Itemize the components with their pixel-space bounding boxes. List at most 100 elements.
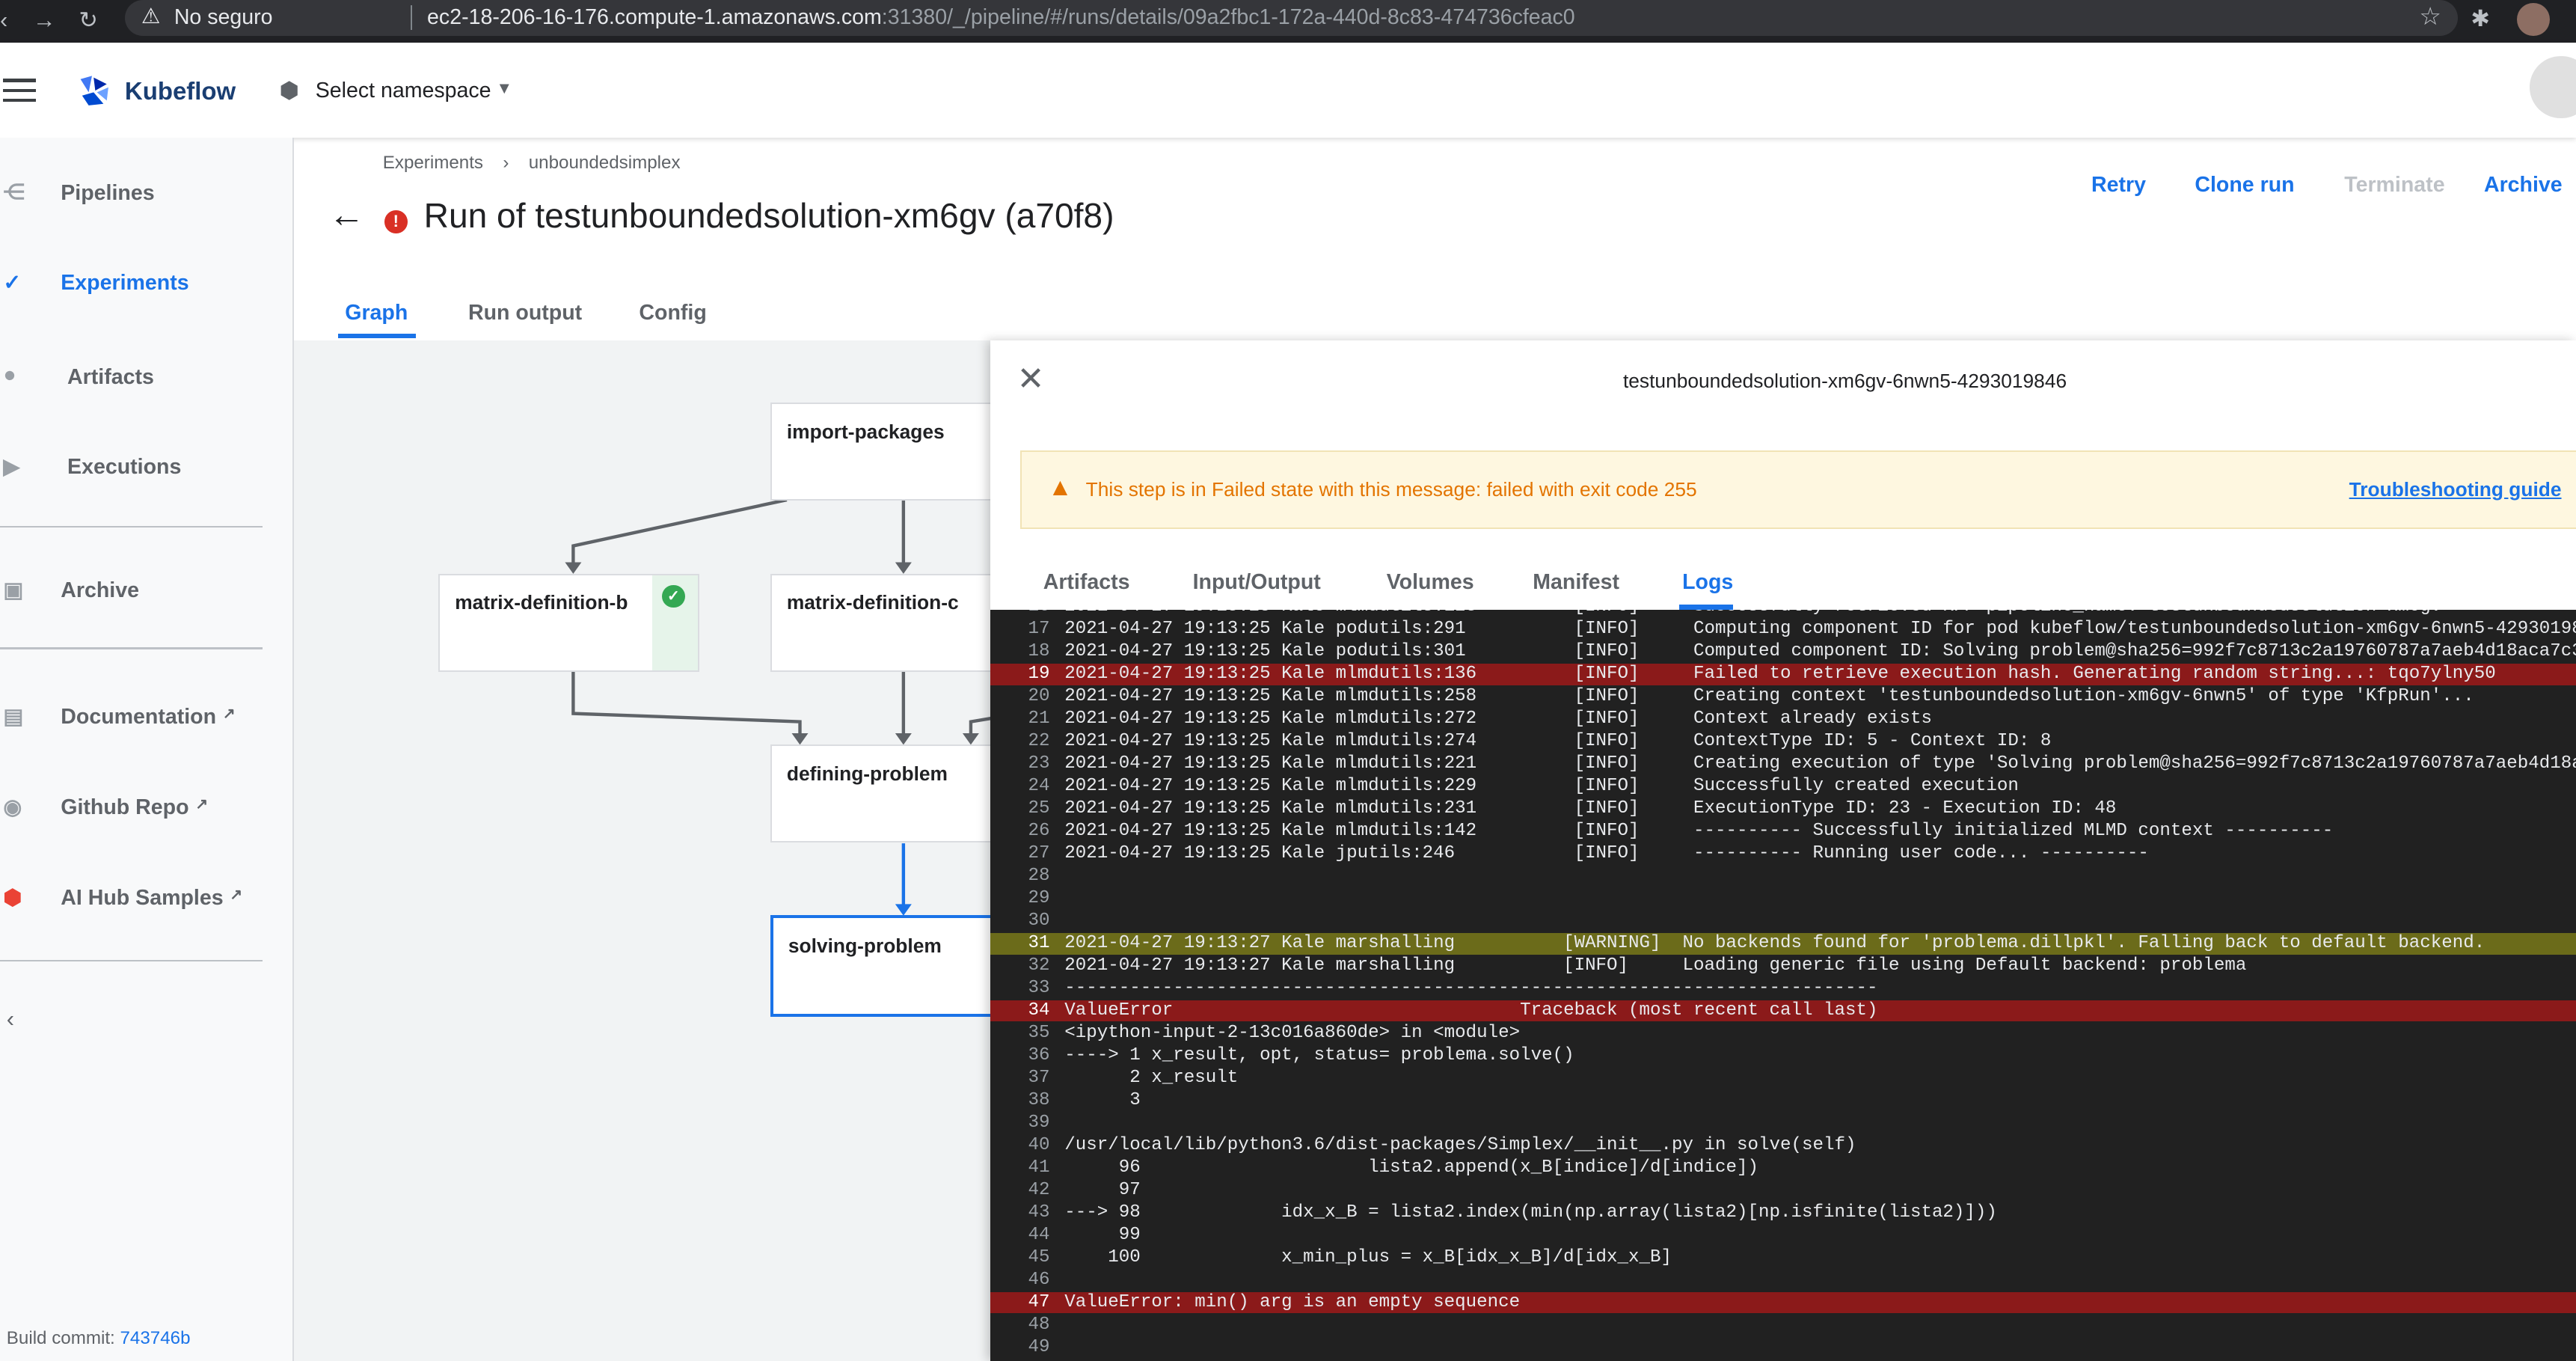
log-viewer[interactable]: 162021-04-27 19:13:25 Kale mlmdutils:123… (990, 609, 2576, 1361)
log-line: 39 (990, 1113, 2576, 1134)
collapse-sidebar-icon[interactable]: ‹ (7, 1006, 14, 1033)
log-line: 46 (990, 1270, 2576, 1291)
sidebar: ⋲ Pipelines ✓ Experiments ● Artifacts ▶ … (0, 138, 294, 1361)
sidebar-item-ai-hub-samples[interactable]: ⬢ AI Hub Samples ↗ (0, 879, 279, 919)
log-line: 27 2021-04-27 19:13:25 Kale jputils:246 [… (990, 843, 2576, 865)
log-line: 40/usr/local/lib/python3.6/dist-packages… (990, 1135, 2576, 1157)
log-line-number: 38 (1028, 1089, 1050, 1110)
log-line-number: 46 (1028, 1269, 1050, 1290)
log-line: 29 (990, 888, 2576, 910)
namespace-cube-icon: ⬢ (279, 77, 300, 104)
log-line-number: 20 (1028, 686, 1050, 707)
log-line: 23 2021-04-27 19:13:25 Kale mlmdutils:221… (990, 753, 2575, 775)
log-line-text: ----> 1 x_result, opt, status= problema.… (1064, 1045, 1574, 1065)
bookmark-star-icon[interactable]: ☆ (2419, 1, 2441, 31)
namespace-selector[interactable]: Select namespace (316, 79, 491, 103)
graph-node-solving-problem[interactable]: solving-problem (770, 915, 997, 1017)
tab-artifacts[interactable]: Artifacts (1043, 570, 1130, 595)
log-line: 34 ValueError Traceback (most recent call… (990, 1000, 2576, 1022)
log-line-number: 32 (1028, 955, 1050, 976)
terminate-button[interactable]: Terminate (2344, 173, 2444, 198)
graph-node-matrix-definition-b[interactable]: matrix-definition-b ✓ (438, 573, 700, 672)
warning-icon: ⚠ (141, 4, 161, 29)
troubleshooting-guide-link[interactable]: Troubleshooting guide (2349, 478, 2562, 501)
log-line-text (1049, 1270, 1064, 1290)
log-line-number: 39 (1028, 1112, 1050, 1133)
breadcrumb-experiments[interactable]: Experiments (383, 153, 483, 173)
log-line-text: 97 (1064, 1179, 1141, 1200)
tab-logs[interactable]: Logs (1682, 570, 1733, 595)
breadcrumb-experiment[interactable]: unboundedsimplex (529, 153, 681, 173)
tab-volumes[interactable]: Volumes (1387, 570, 1474, 595)
log-line-text: 2021-04-27 19:13:25 Kale podutils:291 [I… (1064, 619, 2576, 640)
log-line-text: 2021-04-27 19:13:25 Kale mlmdutils:258 [… (1064, 686, 2474, 707)
account-avatar[interactable] (2530, 55, 2576, 119)
sidebar-item-label: Artifacts (67, 364, 154, 389)
panel-title: testunboundedsolution-xm6gv-6nwn5-429301… (1622, 370, 2067, 393)
log-line: 49 (990, 1337, 2576, 1359)
sidebar-item-artifacts[interactable]: ● Artifacts (0, 358, 279, 398)
log-line: 18 2021-04-27 19:13:25 Kale podutils:301 … (990, 641, 2575, 663)
archive-button[interactable]: Archive (2484, 173, 2563, 198)
node-label: solving-problem (788, 935, 942, 958)
sidebar-item-archive[interactable]: ▣ Archive (0, 572, 279, 611)
retry-button[interactable]: Retry (2091, 173, 2146, 198)
external-link-icon: ↗ (230, 886, 242, 903)
sidebar-item-executions[interactable]: ▶ Executions (0, 449, 279, 489)
log-line-text (1049, 911, 1064, 931)
log-line: 41 96 lista2.append(x_B[indice]/d[indice… (990, 1157, 2576, 1179)
log-line: 19 2021-04-27 19:13:25 Kale mlmdutils:136… (990, 664, 2576, 685)
log-line-number: 24 (1028, 776, 1050, 797)
log-line: 162021-04-27 19:13:25 Kale mlmdutils:123… (990, 610, 2576, 618)
success-check-icon: ✓ (661, 584, 685, 608)
log-line: 45 100 x_min_plus = x_B[idx_x_B]/d[idx_x… (990, 1247, 2576, 1269)
log-line-number: 40 (1028, 1134, 1050, 1155)
app-title[interactable]: Kubeflow (125, 77, 236, 105)
sidebar-item-label: Experiments (61, 271, 189, 296)
tab-manifest[interactable]: Manifest (1533, 570, 1619, 595)
log-line: 22 2021-04-27 19:13:25 Kale mlmdutils:274… (990, 731, 2576, 753)
chevron-down-icon[interactable]: ▼ (496, 79, 512, 98)
graph-node-matrix-definition-c[interactable]: matrix-definition-c (770, 573, 994, 672)
log-line-text: 2021-04-27 19:13:25 Kale mlmdutils:123 [… (1049, 610, 2441, 617)
profile-avatar[interactable] (2516, 3, 2550, 37)
log-line-text: 2021-04-27 19:13:25 Kale mlmdutils:136 [… (1064, 664, 2496, 685)
tab-indicator (1678, 605, 1734, 610)
tab-graph[interactable]: Graph (345, 301, 408, 325)
address-bar[interactable]: ⚠ No seguro ec2-18-206-16-176.compute-1.… (124, 0, 2458, 37)
graph-node-defining-problem[interactable]: defining-problem (770, 744, 994, 843)
ai-hub-icon: ⬢ (3, 885, 22, 910)
sidebar-item-pipelines[interactable]: ⋲ Pipelines (0, 174, 279, 214)
menu-icon[interactable] (0, 43, 40, 138)
executions-play-icon: ▶ (3, 455, 20, 480)
sidebar-item-github-repo[interactable]: ◉ Github Repo ↗ (0, 789, 279, 828)
sidebar-item-documentation[interactable]: ▤ Documentation ↗ (0, 698, 279, 738)
graph-node-import-packages[interactable]: import-packages (770, 403, 994, 501)
sidebar-item-experiments[interactable]: ✓ Experiments (0, 265, 279, 305)
back-arrow-icon[interactable]: ← (328, 194, 364, 236)
sidebar-divider (0, 959, 263, 961)
log-line-text: 96 lista2.append(x_B[indice]/d[indice]) (1064, 1157, 1759, 1178)
log-line-text: 2021-04-27 19:13:25 Kale mlmdutils:231 [… (1064, 798, 2117, 819)
log-line-number: 30 (1028, 911, 1050, 931)
extensions-icon[interactable]: ✱ (2471, 5, 2490, 32)
build-commit-link[interactable]: 743746b (120, 1328, 190, 1348)
tab-config[interactable]: Config (639, 301, 706, 325)
tab-run-output[interactable]: Run output (468, 301, 582, 325)
log-line-number: 36 (1028, 1045, 1050, 1065)
log-line-text (1049, 1315, 1064, 1335)
log-line-text: 2021-04-27 19:13:25 Kale jputils:246 [IN… (1064, 843, 2149, 864)
reload-icon[interactable]: ↻ (79, 7, 98, 34)
url-text[interactable]: ec2-18-206-16-176.compute-1.amazonaws.co… (427, 5, 1575, 30)
tab-indicator (338, 333, 416, 339)
experiments-check-icon: ✓ (3, 271, 22, 296)
app-header: Kubeflow ⬢ Select namespace ▼ (0, 43, 2576, 138)
tab-input-output[interactable]: Input/Output (1193, 570, 1321, 595)
log-line-number: 42 (1028, 1179, 1050, 1200)
clone-run-button[interactable]: Clone run (2195, 173, 2294, 198)
forward-nav-icon[interactable]: → (33, 7, 56, 34)
log-line-number: 44 (1028, 1224, 1050, 1245)
page-title: Run of testunboundedsolution-xm6gv (a70f… (423, 196, 1114, 236)
log-line-number: 34 (1028, 1000, 1050, 1021)
back-nav-icon[interactable]: ‹ (0, 7, 7, 34)
